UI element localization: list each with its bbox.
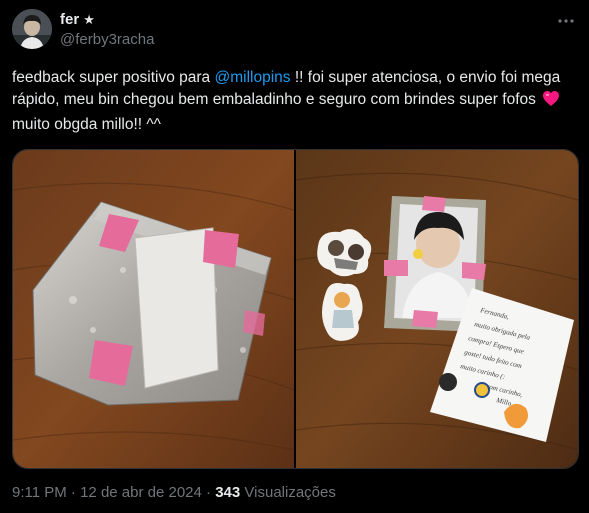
views-label: Visualizações	[244, 484, 336, 501]
media-container[interactable]: Fernanda, muito obrigada pela compra! Es…	[12, 149, 579, 469]
tweet-text-part: muito obgda millo!! ^^	[12, 116, 161, 133]
meta-separator: ·	[206, 484, 212, 501]
star-badge: ★	[83, 11, 95, 27]
tweet-time[interactable]: 9:11 PM	[12, 484, 67, 501]
views-count: 343	[215, 484, 241, 501]
photocard-photo[interactable]: Fernanda, muito obrigada pela compra! Es…	[296, 150, 578, 468]
heart-emoji-icon	[542, 90, 560, 114]
meta-separator: ·	[70, 484, 76, 501]
mention-link[interactable]: @millopins	[214, 69, 290, 86]
tweet-text-part: feedback super positivo para	[12, 69, 215, 86]
avatar[interactable]	[12, 9, 52, 49]
author-handle[interactable]: @ferby3racha	[60, 31, 154, 48]
author-name-row[interactable]: fer ★	[60, 11, 95, 28]
tweet-date[interactable]: 12 de abr de 2024	[80, 484, 202, 501]
avatar-image	[12, 9, 52, 49]
sticker-bottom	[322, 283, 363, 341]
tweet-text: feedback super positivo para @millopins …	[12, 67, 572, 136]
author-name[interactable]: fer	[60, 11, 79, 28]
tweet-meta: 9:11 PM · 12 de abr de 2024 · 343 Visual…	[12, 484, 336, 501]
package-photo[interactable]	[13, 150, 294, 468]
more-options-icon[interactable]	[555, 10, 577, 32]
